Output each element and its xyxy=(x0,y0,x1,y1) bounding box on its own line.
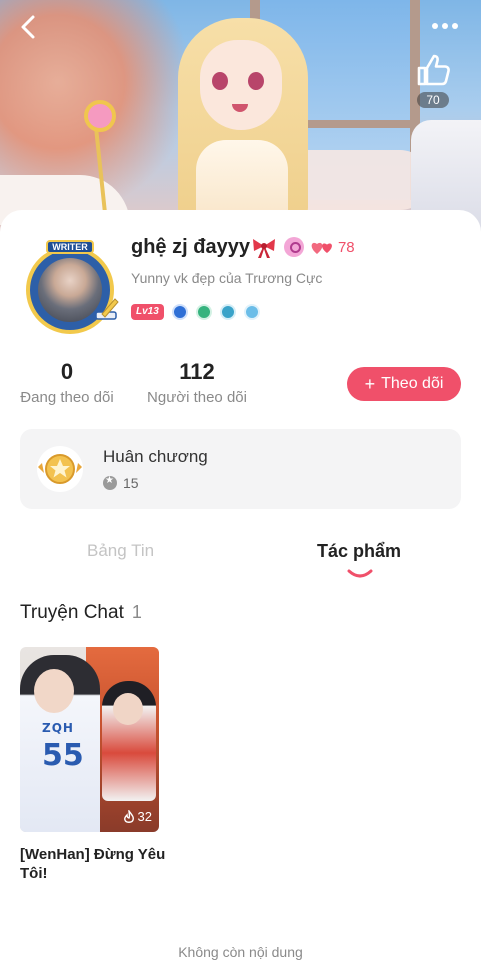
following-label: Đang theo dõi xyxy=(20,389,114,406)
story-title[interactable]: [WenHan] Đừng Yêu Tôi! xyxy=(20,845,170,883)
cover-face-left xyxy=(34,669,74,713)
pen-icon xyxy=(95,298,119,320)
tab-works[interactable]: Tác phẩm xyxy=(317,541,401,562)
story-cover[interactable]: ZQH 55 32 xyxy=(20,647,159,832)
star-icon xyxy=(103,475,117,490)
follow-button-label: Theo dõi xyxy=(381,375,444,392)
plus-icon: + xyxy=(364,374,376,394)
ribbon-bow-icon xyxy=(252,239,275,258)
avatar-photo xyxy=(38,258,102,322)
more-options-icon[interactable] xyxy=(428,14,462,38)
search-badge-icon xyxy=(283,237,304,257)
follow-button[interactable]: + Theo dõi xyxy=(347,367,461,401)
views-badge: 32 xyxy=(123,809,152,824)
hearts-icon xyxy=(311,242,332,254)
tab-news-feed[interactable]: Bảng Tin xyxy=(87,541,154,561)
section-count: 1 xyxy=(131,602,142,622)
profile-bio: Yunny vk đẹp của Trương Cực xyxy=(131,270,323,286)
like-count: 70 xyxy=(417,92,449,108)
teal-badge-icon xyxy=(219,304,236,320)
end-of-content-text: Không còn nội dung xyxy=(178,944,303,960)
banner-wand-head xyxy=(84,100,116,132)
medal-icon xyxy=(37,446,83,492)
cover-face-right xyxy=(113,693,143,725)
writer-tag: WRITER xyxy=(46,240,94,254)
medals-count-row: 15 xyxy=(103,475,139,491)
jersey-number: 55 xyxy=(42,738,84,773)
blue-badge-icon xyxy=(171,304,188,320)
medals-count: 15 xyxy=(123,475,139,491)
following-stat[interactable]: 0 Đang theo dõi xyxy=(14,359,120,406)
followers-stat[interactable]: 112 Người theo dõi xyxy=(142,359,252,406)
medals-title: Huân chương xyxy=(103,447,208,466)
active-tab-indicator xyxy=(347,569,373,578)
followers-count: 112 xyxy=(179,359,215,384)
name-row: ghệ zj đayyy 78 xyxy=(131,233,355,261)
avatar[interactable]: WRITER xyxy=(22,240,122,334)
back-arrow-icon[interactable] xyxy=(14,12,44,42)
medals-card[interactable]: Huân chương 15 xyxy=(20,429,461,509)
badges-row: Lv13 xyxy=(131,304,260,320)
banner-character-eye xyxy=(212,72,228,90)
jersey-text: ZQH xyxy=(42,721,74,735)
cover-jersey: ZQH 55 xyxy=(42,721,84,771)
section-title: Truyện Chat 1 xyxy=(20,602,142,624)
section-title-label: Truyện Chat xyxy=(20,602,124,623)
thumbs-up-icon[interactable] xyxy=(413,50,453,90)
level-badge: Lv13 xyxy=(131,304,164,320)
light-blue-badge-icon xyxy=(243,304,260,320)
banner-character-eye xyxy=(248,72,264,90)
followers-label: Người theo dõi xyxy=(147,389,247,406)
username: ghệ zj đayyy xyxy=(131,235,250,258)
profile-banner: 70 xyxy=(0,0,481,240)
following-count: 0 xyxy=(60,359,74,384)
like-widget[interactable]: 70 xyxy=(411,50,455,109)
hearts-count: 78 xyxy=(337,238,355,256)
flame-icon xyxy=(123,809,134,823)
views-count: 32 xyxy=(137,809,152,824)
green-badge-icon xyxy=(195,304,212,320)
